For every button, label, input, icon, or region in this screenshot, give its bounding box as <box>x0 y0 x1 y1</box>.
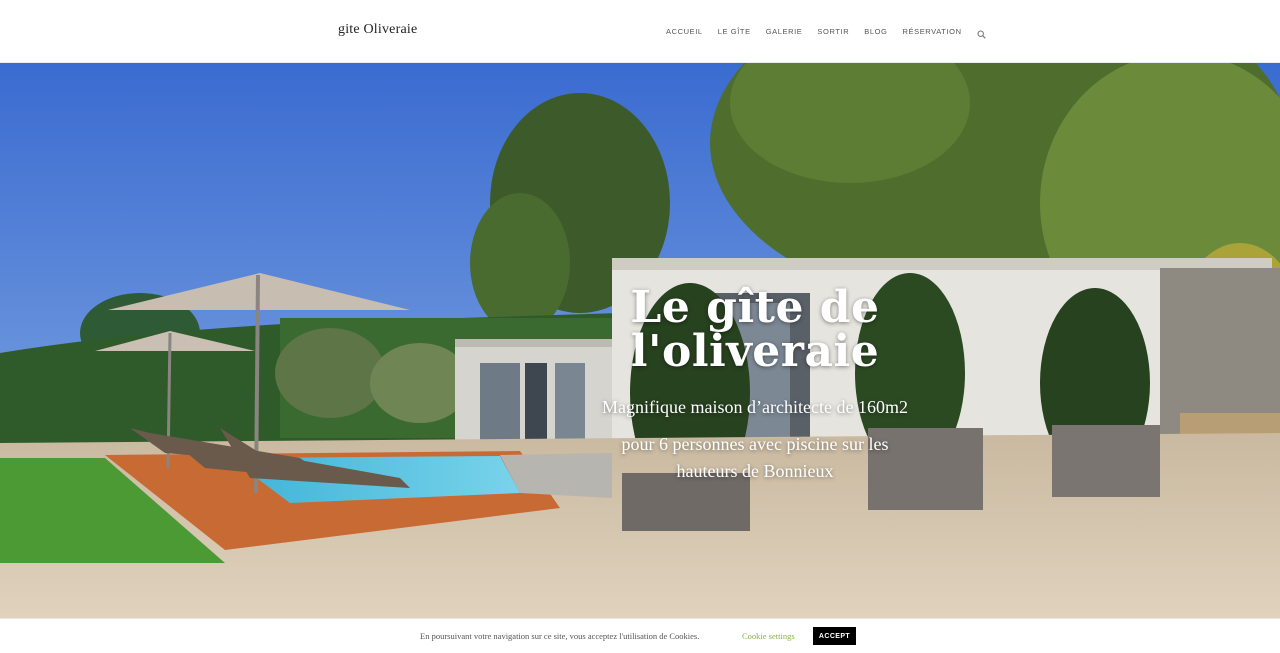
hero-text-block: Le gîte de l'oliveraie Magnifique maison… <box>560 286 950 485</box>
nav-item-accueil[interactable]: ACCUEIL <box>666 27 703 36</box>
cookie-message: En poursuivant votre navigation sur ce s… <box>420 631 700 641</box>
hero-subtitle-line3: hauteurs de Bonnieux <box>676 461 834 481</box>
nav-item-sortir[interactable]: SORTIR <box>817 27 849 36</box>
site-title-link[interactable]: gite Oliveraie <box>338 22 417 38</box>
cookie-settings-link[interactable]: Cookie settings <box>742 631 795 641</box>
hero-title-line2: l'oliveraie <box>630 326 880 377</box>
nav-item-galerie[interactable]: GALERIE <box>766 27 803 36</box>
hero-banner: Le gîte de l'oliveraie Magnifique maison… <box>0 63 1280 618</box>
hero-subtitle-line2: pour 6 personnes avec piscine sur les <box>621 434 889 454</box>
hero-subtitle-line1: Magnifique maison d’architecte de 160m2 <box>602 397 908 417</box>
cookie-consent-bar: En poursuivant votre navigation sur ce s… <box>0 618 1280 653</box>
nav-item-reservation[interactable]: RÉSERVATION <box>902 27 961 36</box>
cookie-accept-button[interactable]: ACCEPT <box>813 627 856 645</box>
main-nav: ACCUEIL LE GÎTE GALERIE SORTIR BLOG RÉSE… <box>666 26 986 39</box>
site-header: gite Oliveraie ACCUEIL LE GÎTE GALERIE S… <box>0 0 1280 63</box>
search-icon[interactable] <box>977 26 986 39</box>
nav-item-le-gite[interactable]: LE GÎTE <box>718 27 751 36</box>
nav-item-blog[interactable]: BLOG <box>864 27 887 36</box>
hero-title-line1: Le gîte de <box>630 282 880 333</box>
